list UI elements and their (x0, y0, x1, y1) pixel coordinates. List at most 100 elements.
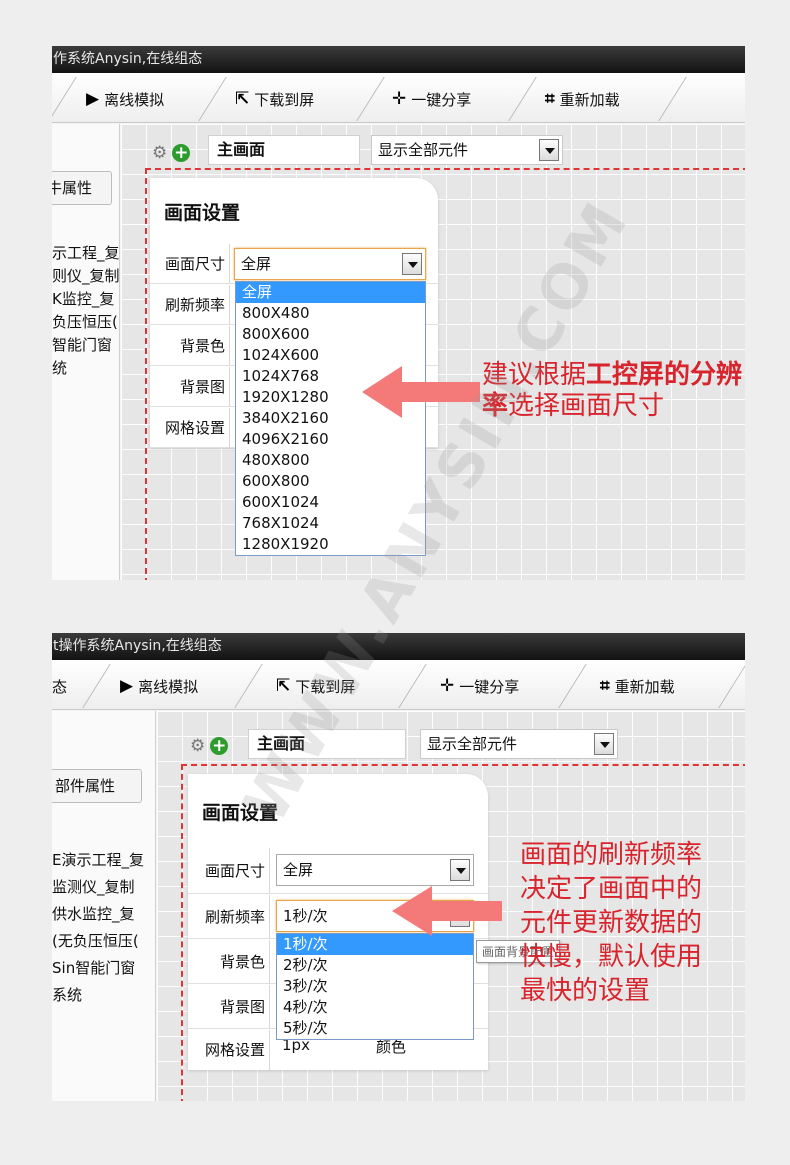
dropdown-option[interactable]: 3秒/次 (277, 976, 473, 997)
tree-item[interactable]: 则仪_复制 (52, 265, 120, 288)
window-title: 作系统Anysin,在线组态 (52, 46, 745, 73)
toolbar-separator (198, 77, 227, 121)
offline-sim-button[interactable]: ▶ 离线模拟 (120, 669, 198, 703)
tree-item[interactable]: 供水监控_复 (52, 901, 156, 928)
reload-label: 重新加载 (559, 90, 620, 109)
tree-item[interactable]: K监控_复 (52, 288, 120, 311)
chevron-down-icon[interactable] (402, 253, 422, 275)
dropdown-option[interactable]: 1024X600 (236, 345, 425, 366)
bg-color-label: 背景色 (150, 326, 230, 366)
play-icon: ▶ (120, 676, 134, 696)
page-tools: ⚙ + (190, 736, 229, 756)
download-button[interactable]: ⇱ 下载到屏 (235, 82, 314, 116)
chevron-down-icon[interactable] (539, 139, 559, 161)
share-target-icon: ✛ (440, 676, 455, 696)
callout-text: 建议根据 (482, 360, 587, 390)
tree-item[interactable]: (无负压恒压( (52, 928, 156, 955)
project-tree: E演示工程_复 监测仪_复制 供水监控_复 (无负压恒压( Sin智能门窗 系统 (52, 847, 156, 1009)
callout-text: 选择画面尺寸 (508, 391, 665, 421)
screenshot-size-settings: 作系统Anysin,在线组态 ▶ 离线模拟 ⇱ 下载到屏 ✛ 一键分享 ⌗ 重新… (52, 46, 745, 580)
grid-label: 网格设置 (188, 1030, 270, 1070)
reload-frame-icon: ⌗ (545, 89, 555, 109)
tree-item[interactable]: 智能门窗 (52, 334, 120, 357)
tab-component-properties[interactable]: 部件属性 (52, 769, 142, 803)
dropdown-option[interactable]: 全屏 (236, 282, 425, 303)
toolbar: 态 ▶ 离线模拟 ⇱ 下载到屏 ✛ 一键分享 ⌗ 重新加载 (52, 660, 745, 710)
arrow-head (392, 886, 432, 936)
size-value: 全屏 (283, 861, 314, 879)
tree-item[interactable]: 监测仪_复制 (52, 874, 156, 901)
callout-size-tip: 建议根据工控屏的分辨率选择画面尺寸 (482, 360, 752, 422)
reload-button[interactable]: ⌗ 重新加载 (600, 669, 675, 703)
show-components-select[interactable]: 显示全部元件 (420, 729, 618, 759)
size-options-list[interactable]: 全屏 800X480 800X600 1024X600 1024X768 1920X128… (235, 281, 426, 556)
tree-item[interactable]: 示工程_复 (52, 242, 120, 265)
dropdown-option[interactable]: 800X480 (236, 303, 425, 324)
size-label: 画面尺寸 (150, 244, 230, 284)
size-select[interactable]: 全屏 (234, 248, 426, 280)
dropdown-option[interactable]: 600X1024 (236, 492, 425, 513)
chevron-down-icon[interactable] (594, 733, 614, 755)
tab-component-properties[interactable]: 牛属性 (52, 171, 112, 205)
tree-item[interactable]: 系统 (52, 982, 156, 1009)
export-icon: ⇱ (276, 676, 291, 696)
refresh-options-list[interactable]: 1秒/次 2秒/次 3秒/次 4秒/次 5秒/次 (276, 933, 474, 1040)
size-label: 画面尺寸 (188, 848, 270, 894)
share-target-icon: ✛ (392, 89, 407, 109)
show-components-value: 显示全部元件 (427, 735, 518, 753)
offline-sim-label: 离线模拟 (104, 90, 165, 109)
size-select[interactable]: 全屏 (276, 854, 474, 886)
refresh-label: 刷新频率 (150, 285, 230, 325)
chevron-down-icon[interactable] (450, 859, 470, 881)
gear-icon[interactable]: ⚙ (152, 143, 167, 163)
dropdown-option[interactable]: 1280X1920 (236, 534, 425, 555)
callout-refresh-tip: 画面的刷新频率 决定了画面中的 元件更新数据的 快慢，默认使用 最快的设置 (520, 838, 740, 1008)
show-components-select[interactable]: 显示全部元件 (371, 135, 563, 165)
toolbar-separator (718, 664, 745, 708)
row-size: 画面尺寸 全屏 (150, 244, 438, 284)
left-panel: 牛属性 示工程_复 则仪_复制 K监控_复 负压恒压( 智能门窗 统 (52, 124, 120, 580)
dropdown-option[interactable]: 768X1024 (236, 513, 425, 534)
download-label: 下载到屏 (254, 90, 315, 109)
dropdown-option[interactable]: 4096X2160 (236, 429, 425, 450)
page-name-field[interactable]: 主画面 (248, 729, 406, 759)
download-button[interactable]: ⇱ 下载到屏 (276, 669, 355, 703)
share-button[interactable]: ✛ 一键分享 (440, 669, 519, 703)
arrow-left-1 (362, 366, 480, 418)
dropdown-option[interactable]: 5秒/次 (277, 1018, 473, 1039)
plus-icon[interactable]: + (210, 737, 229, 755)
dropdown-option[interactable]: 800X600 (236, 324, 425, 345)
reload-label: 重新加载 (614, 677, 675, 696)
dropdown-option[interactable]: 4秒/次 (277, 997, 473, 1018)
offline-sim-label: 离线模拟 (138, 677, 199, 696)
dropdown-option[interactable]: 2秒/次 (277, 955, 473, 976)
dropdown-option[interactable]: 600X800 (236, 471, 425, 492)
toolbar-separator (658, 77, 687, 121)
toolbar-separator (52, 77, 77, 121)
left-panel: 部件属性 E演示工程_复 监测仪_复制 供水监控_复 (无负压恒压( Sin智能… (52, 711, 156, 1101)
panel-title: 画面设置 (164, 202, 241, 224)
share-button[interactable]: ✛ 一键分享 (392, 82, 471, 116)
reload-frame-icon: ⌗ (600, 676, 610, 696)
bg-image-label: 背景图 (150, 367, 230, 407)
plus-icon[interactable]: + (172, 144, 191, 162)
tree-item[interactable]: Sin智能门窗 (52, 955, 156, 982)
arrow-shaft (400, 382, 480, 402)
toolbar-separator (508, 77, 537, 121)
download-label: 下载到屏 (295, 677, 356, 696)
reload-button[interactable]: ⌗ 重新加载 (545, 82, 620, 116)
gear-icon[interactable]: ⚙ (190, 736, 205, 756)
tree-item[interactable]: E演示工程_复 (52, 847, 156, 874)
dropdown-option[interactable]: 1秒/次 (277, 934, 473, 955)
bg-image-label: 背景图 (188, 985, 270, 1029)
tree-item[interactable]: 统 (52, 357, 120, 380)
tree-item[interactable]: 负压恒压( (52, 311, 120, 334)
toolbar-partial-item[interactable]: 态 (52, 669, 67, 703)
refresh-value: 1秒/次 (283, 907, 328, 925)
toolbar: ▶ 离线模拟 ⇱ 下载到屏 ✛ 一键分享 ⌗ 重新加载 (52, 73, 745, 123)
arrow-left-2 (392, 886, 502, 936)
offline-sim-button[interactable]: ▶ 离线模拟 (86, 82, 164, 116)
dropdown-option[interactable]: 480X800 (236, 450, 425, 471)
page-name-field[interactable]: 主画面 (208, 135, 360, 165)
size-value: 全屏 (241, 255, 272, 273)
